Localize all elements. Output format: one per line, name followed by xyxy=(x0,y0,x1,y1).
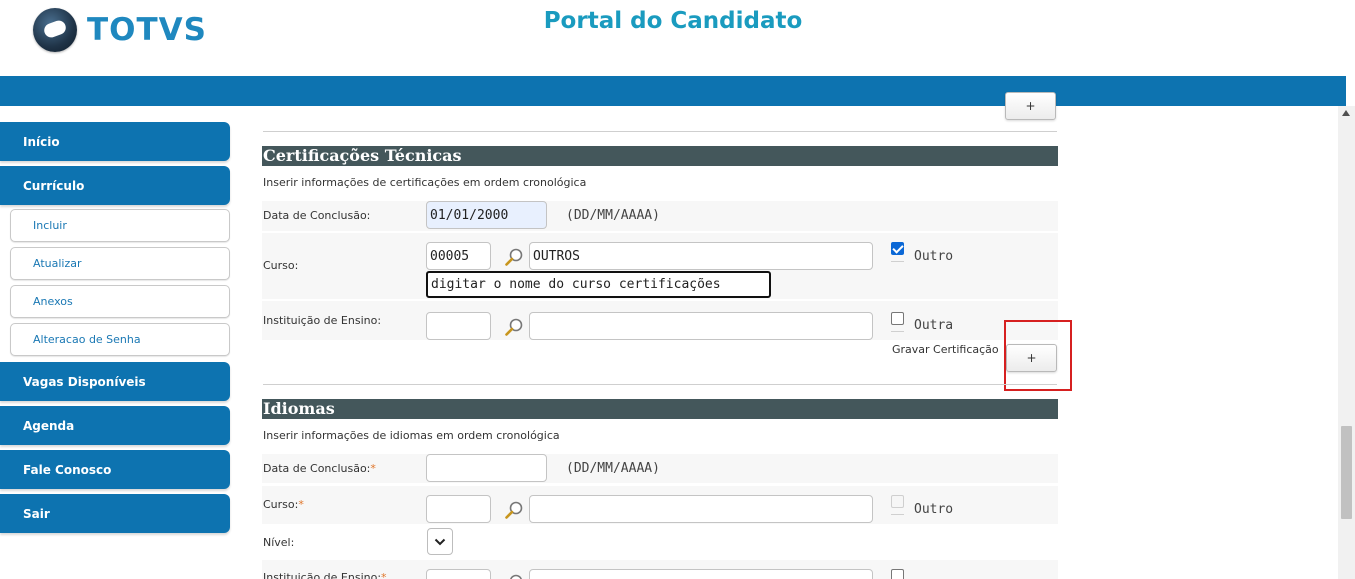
instituicao-outra-checkbox[interactable] xyxy=(891,312,904,325)
nivel-select[interactable] xyxy=(427,528,453,555)
instituicao-name-input[interactable] xyxy=(529,312,873,340)
sidebar-item-label: Início xyxy=(23,134,60,149)
add-previous-button[interactable]: + xyxy=(1005,92,1056,120)
required-mark: * xyxy=(370,462,376,475)
required-mark: * xyxy=(381,571,387,579)
label-idioma-curso: Curso:* xyxy=(263,498,304,511)
idioma-curso-outro-label: Outro xyxy=(914,502,954,517)
scroll-up-arrow-icon[interactable] xyxy=(1342,110,1350,116)
sidebar-item-agenda[interactable]: Agenda xyxy=(0,406,230,445)
curso-free-text-input[interactable]: digitar o nome do curso certificações xyxy=(426,271,771,298)
page: TOTVS Portal do Candidato Início Currícu… xyxy=(0,0,1355,579)
sidebar-item-label: Alteracao de Senha xyxy=(33,333,141,346)
label-curso: Curso: xyxy=(263,259,299,272)
sidebar-item-label: Atualizar xyxy=(33,257,82,270)
sidebar-item-inicio[interactable]: Início xyxy=(0,122,230,161)
data-conclusao-input[interactable]: 01/01/2000 xyxy=(426,201,547,229)
label-idioma-data-conclusao: Data de Conclusão:* xyxy=(263,462,376,475)
search-icon[interactable] xyxy=(504,573,524,579)
sidebar-subitem-alteracao-senha[interactable]: Alteracao de Senha xyxy=(10,323,230,356)
sidebar-item-label: Incluir xyxy=(33,219,67,232)
row-background xyxy=(262,454,1058,483)
search-icon[interactable] xyxy=(504,500,524,520)
search-icon[interactable] xyxy=(504,247,524,267)
label-data-conclusao: Data de Conclusão: xyxy=(263,209,371,222)
checkbox-underline xyxy=(891,514,904,515)
curso-code-input[interactable]: 00005 xyxy=(426,242,491,270)
sidebar-item-label: Fale Conosco xyxy=(23,462,112,477)
date-format-hint: (DD/MM/AAAA) xyxy=(566,461,660,476)
idioma-instituicao-name-input[interactable] xyxy=(529,569,873,579)
sidebar-item-label: Vagas Disponíveis xyxy=(23,374,146,389)
section-description: Inserir informações de certificações em … xyxy=(263,176,587,189)
required-mark: * xyxy=(298,498,304,511)
sidebar-item-curriculo[interactable]: Currículo xyxy=(0,166,230,205)
divider xyxy=(263,384,1057,385)
section-title-idiomas: Idiomas xyxy=(262,399,1058,419)
chevron-down-icon xyxy=(434,538,446,545)
idioma-instituicao-outra-checkbox[interactable] xyxy=(891,569,904,579)
idioma-instituicao-code-input[interactable] xyxy=(426,569,491,579)
label-instituicao: Instituição de Ensino: xyxy=(263,314,382,327)
sidebar-item-label: Agenda xyxy=(23,418,75,433)
date-format-hint: (DD/MM/AAAA) xyxy=(566,208,660,223)
instituicao-outra-label: Outra xyxy=(914,318,954,333)
gravar-certificacao-label: Gravar Certificação xyxy=(892,343,999,356)
sidebar-item-label: Currículo xyxy=(23,178,85,193)
scrollbar-thumb[interactable] xyxy=(1341,426,1352,519)
checkbox-underline xyxy=(891,331,904,332)
curso-outro-checkbox[interactable] xyxy=(891,242,904,255)
sidebar-item-label: Sair xyxy=(23,506,50,521)
idioma-curso-code-input[interactable] xyxy=(426,495,491,523)
label-text: Instituição de Ensino: xyxy=(263,571,382,579)
label-idioma-instituicao: Instituição de Ensino:* xyxy=(263,571,387,579)
sidebar-item-vagas[interactable]: Vagas Disponíveis xyxy=(0,362,230,401)
search-icon[interactable] xyxy=(504,317,524,337)
top-nav-bar xyxy=(0,76,1346,106)
label-nivel: Nível: xyxy=(263,536,295,549)
sidebar-subitem-incluir[interactable]: Incluir xyxy=(10,209,230,242)
curso-name-input[interactable]: OUTROS xyxy=(529,242,873,270)
idioma-data-conclusao-input[interactable] xyxy=(426,454,547,482)
idioma-curso-name-input[interactable] xyxy=(529,495,873,523)
instituicao-code-input[interactable] xyxy=(426,312,491,340)
idioma-curso-outro-checkbox[interactable] xyxy=(891,495,904,508)
sidebar-subitem-atualizar[interactable]: Atualizar xyxy=(10,247,230,280)
sidebar-subitem-anexos[interactable]: Anexos xyxy=(10,285,230,318)
sidebar-item-fale-conosco[interactable]: Fale Conosco xyxy=(0,450,230,489)
highlight-annotation xyxy=(1004,320,1072,391)
sidebar-item-label: Anexos xyxy=(33,295,73,308)
section-description: Inserir informações de idiomas em ordem … xyxy=(263,429,560,442)
section-title-certificacoes: Certificações Técnicas xyxy=(262,146,1058,166)
divider xyxy=(263,131,1057,132)
sidebar-item-sair[interactable]: Sair xyxy=(0,494,230,533)
row-background xyxy=(262,201,1058,231)
page-title: Portal do Candidato xyxy=(543,8,803,34)
checkbox-underline xyxy=(891,261,904,262)
label-text: Curso: xyxy=(263,498,299,511)
label-text: Data de Conclusão: xyxy=(263,462,371,475)
curso-outro-label: Outro xyxy=(914,249,954,264)
